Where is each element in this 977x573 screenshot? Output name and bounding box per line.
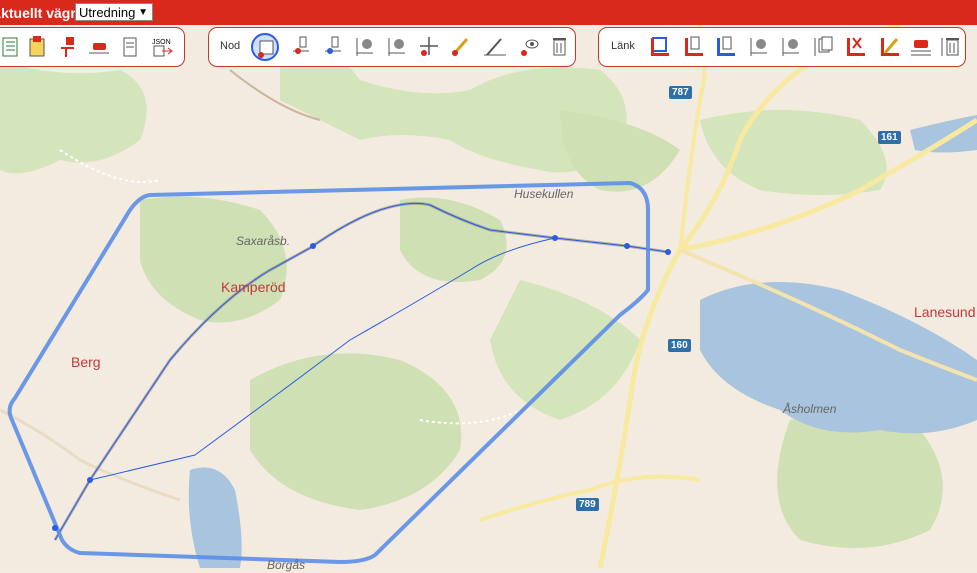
toolbar-link: Länk	[598, 27, 966, 67]
link-insert-icon[interactable]	[711, 33, 739, 61]
map-background	[0, 22, 977, 569]
node-edit-icon[interactable]	[447, 33, 475, 61]
node-add-icon[interactable]	[287, 33, 315, 61]
link-settings-icon[interactable]	[745, 33, 773, 61]
road-shield: 789	[576, 498, 599, 511]
svg-text:JSON: JSON	[152, 39, 171, 46]
link-delete-icon[interactable]	[841, 33, 869, 61]
chevron-down-icon: ▼	[138, 7, 148, 18]
place-label: Husekullen	[514, 187, 574, 201]
top-bar: Aktuellt vägnät: Utredning ▼	[0, 0, 977, 25]
toolbar-general: JSON	[0, 27, 185, 67]
town-label: Lanesund	[914, 304, 976, 320]
json-export-icon[interactable]: JSON	[147, 33, 175, 61]
document-icon[interactable]	[116, 33, 144, 61]
link-edit-icon[interactable]	[875, 33, 903, 61]
node-trash-icon[interactable]	[545, 33, 573, 61]
vehicle-icon[interactable]	[85, 33, 113, 61]
node-delete-icon[interactable]	[54, 33, 82, 61]
node-toolbar-label: Nod	[220, 40, 241, 52]
link-copy-icon[interactable]	[809, 33, 837, 61]
link-toolbar-label: Länk	[611, 40, 635, 52]
node-draw-icon[interactable]	[481, 33, 509, 61]
town-label: Berg	[71, 354, 101, 370]
toolbar-node: Nod	[208, 27, 576, 67]
node-insert-icon[interactable]	[319, 33, 347, 61]
place-label: Saxaråsb.	[236, 234, 291, 248]
network-select[interactable]: Utredning ▼	[75, 3, 153, 21]
network-select-value: Utredning	[79, 5, 136, 20]
road-shield: 161	[878, 131, 901, 144]
node-config-icon[interactable]	[383, 33, 411, 61]
road-shield: 160	[668, 339, 691, 352]
link-vehicle-icon[interactable]	[907, 33, 935, 61]
road-shield: 787	[669, 86, 692, 99]
place-label: Åsholmen	[783, 402, 837, 416]
link-select-icon[interactable]	[645, 33, 673, 61]
node-view-icon[interactable]	[515, 33, 543, 61]
node-move-icon[interactable]	[415, 33, 443, 61]
map-canvas[interactable]: Saxaråsb. Husekullen Åsholmen Borgås Kam…	[0, 22, 977, 572]
report-icon[interactable]	[23, 33, 51, 61]
node-settings-icon[interactable]	[351, 33, 379, 61]
place-label: Borgås	[267, 558, 306, 572]
link-trash-icon[interactable]	[936, 33, 964, 61]
node-select-icon[interactable]	[251, 33, 279, 61]
link-config-icon[interactable]	[777, 33, 805, 61]
table-icon[interactable]	[0, 33, 25, 61]
town-label: Kamperöd	[221, 279, 286, 295]
link-add-icon[interactable]	[679, 33, 707, 61]
